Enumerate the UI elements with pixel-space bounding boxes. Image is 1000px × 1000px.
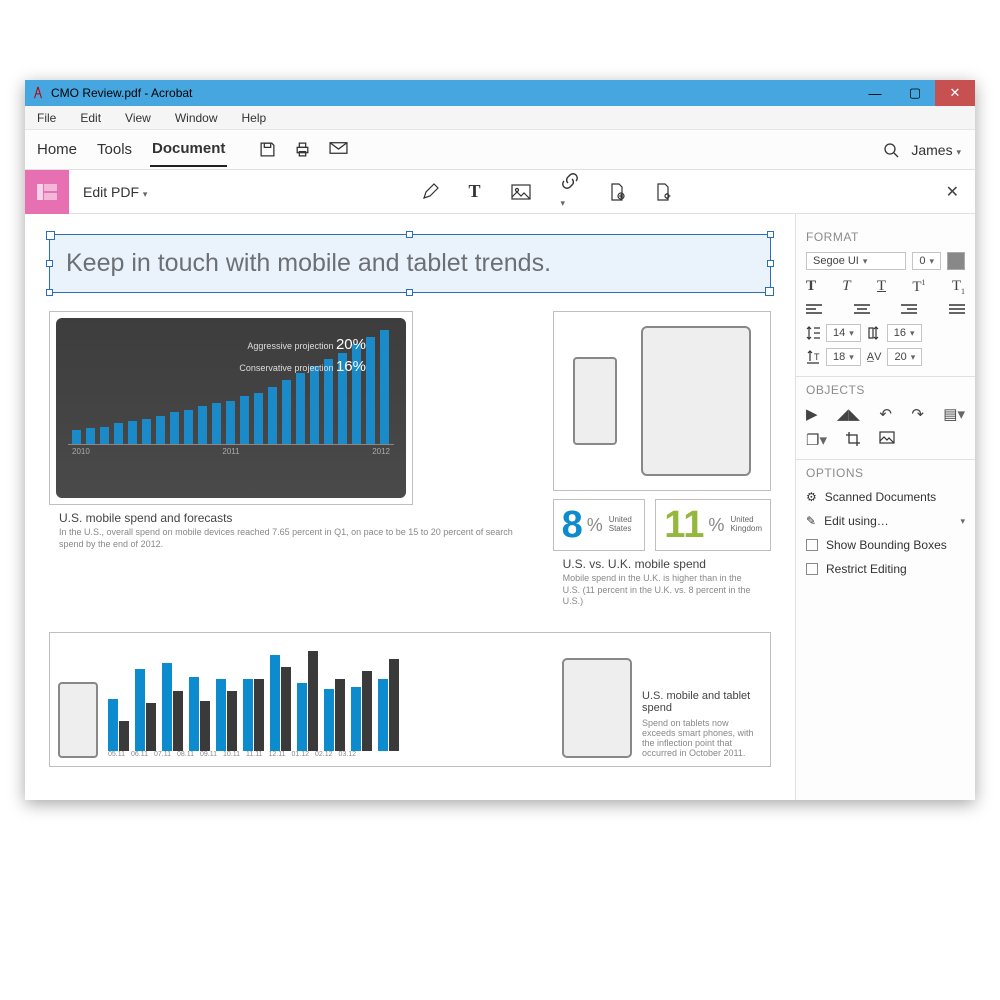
add-text-icon[interactable]: T xyxy=(469,181,481,202)
edit-toolbar: Edit PDF ▾ T ▾ ✕ xyxy=(25,170,975,214)
format-panel: FORMAT Segoe UI ▾ 0 ▾ T T T T1 T1 xyxy=(795,214,975,800)
color-swatch[interactable] xyxy=(947,252,965,270)
edit-text-icon[interactable] xyxy=(421,183,439,201)
tab-home[interactable]: Home xyxy=(35,133,79,166)
section-objects: OBJECTS xyxy=(806,383,965,397)
italic-icon[interactable]: T xyxy=(842,278,850,296)
search-icon[interactable] xyxy=(883,142,899,158)
titlebar: CMO Review.pdf - Acrobat — ▢ ✕ xyxy=(25,80,975,106)
align-center-icon[interactable] xyxy=(854,304,870,316)
rotate-ccw-icon[interactable]: ↶ xyxy=(879,405,892,423)
caption-forecasts: U.S. mobile spend and forecasts In the U… xyxy=(49,505,537,556)
chart-tablet-frame: Aggressive projection 20% Conservative p… xyxy=(56,318,406,498)
add-page-icon[interactable] xyxy=(609,183,625,201)
menu-help[interactable]: Help xyxy=(230,111,279,125)
app-window: CMO Review.pdf - Acrobat — ▢ ✕ File Edit… xyxy=(25,80,975,800)
phone-icon-small xyxy=(58,682,98,758)
bold-icon[interactable]: T xyxy=(806,278,816,296)
paragraph-spacing-field[interactable]: 16 ▾ xyxy=(887,324,922,342)
panel-toggle-icon[interactable] xyxy=(25,170,69,214)
acrobat-icon xyxy=(31,86,45,100)
flip-horizontal-icon[interactable]: ▶ xyxy=(806,405,818,423)
option-restrict-editing[interactable]: Restrict Editing xyxy=(806,562,965,576)
bottom-chart-panel: 05.1106.1107.1108.1109.1110.1111.1112.11… xyxy=(49,632,771,767)
baseline-icon: T xyxy=(806,349,820,365)
align-row xyxy=(806,304,965,316)
baseline-field[interactable]: 18 ▾ xyxy=(826,348,861,366)
kerning-field[interactable]: 20 ▾ xyxy=(887,348,922,366)
option-edit-using[interactable]: ✎Edit using…▾ xyxy=(806,514,965,528)
link-icon[interactable]: ▾ xyxy=(561,172,579,211)
line-height-icon xyxy=(806,325,820,341)
tablet-icon-small xyxy=(562,658,632,758)
align-right-icon[interactable] xyxy=(901,304,917,316)
rotate-cw-icon[interactable]: ↷ xyxy=(911,405,924,423)
kerning-icon: A̲V xyxy=(867,351,882,363)
document-canvas[interactable]: Keep in touch with mobile and tablet tre… xyxy=(25,214,795,800)
objects-row1: ▶ ◢◣ ↶ ↷ ▤▾ xyxy=(806,405,965,423)
text-style-row: T T T T1 T1 xyxy=(806,278,965,296)
stat-us: 8%United States xyxy=(553,499,646,551)
maximize-button[interactable]: ▢ xyxy=(895,80,935,106)
pencil-icon: ✎ xyxy=(806,514,816,528)
checkbox[interactable] xyxy=(806,539,818,551)
gear-icon: ⚙ xyxy=(806,490,817,504)
menu-view[interactable]: View xyxy=(113,111,163,125)
font-size-select[interactable]: 0 ▾ xyxy=(912,252,941,270)
paired-bar-chart xyxy=(108,641,552,751)
menubar: File Edit View Window Help xyxy=(25,106,975,130)
stat-uk: 11%United Kingdom xyxy=(655,499,771,551)
print-icon[interactable] xyxy=(294,141,311,158)
minimize-button[interactable]: — xyxy=(855,80,895,106)
window-controls: — ▢ ✕ xyxy=(855,80,975,106)
save-icon[interactable] xyxy=(259,141,276,158)
align-objects-icon[interactable]: ▤▾ xyxy=(943,405,965,423)
top-toolbar: Home Tools Document James ▾ xyxy=(25,130,975,170)
tab-document[interactable]: Document xyxy=(150,132,227,167)
font-select[interactable]: Segoe UI ▾ xyxy=(806,252,906,270)
underline-icon[interactable]: T xyxy=(877,278,886,296)
align-left-icon[interactable] xyxy=(806,304,822,316)
checkbox[interactable] xyxy=(806,563,818,575)
replace-image-icon[interactable] xyxy=(879,431,897,449)
objects-row2: ❐▾ xyxy=(806,431,965,449)
chart2-xaxis: 05.1106.1107.1108.1109.1110.1111.1112.11… xyxy=(108,751,552,758)
devices-graphic xyxy=(553,311,771,491)
user-menu[interactable]: James ▾ xyxy=(911,142,961,158)
flip-vertical-icon[interactable]: ◢◣ xyxy=(837,405,860,423)
menu-file[interactable]: File xyxy=(25,111,68,125)
paragraph-spacing-icon xyxy=(867,325,881,341)
subscript-icon[interactable]: T1 xyxy=(952,278,965,296)
document-headline[interactable]: Keep in touch with mobile and tablet tre… xyxy=(66,249,754,278)
tablet-icon xyxy=(641,326,751,476)
selected-text-box[interactable]: Keep in touch with mobile and tablet tre… xyxy=(49,234,771,293)
section-options: OPTIONS xyxy=(806,466,965,480)
edit-mode-label[interactable]: Edit PDF ▾ xyxy=(69,184,161,200)
section-format: FORMAT xyxy=(806,230,965,244)
option-scanned-documents[interactable]: ⚙Scanned Documents xyxy=(806,490,965,504)
line-height-field[interactable]: 14 ▾ xyxy=(826,324,861,342)
close-editbar-button[interactable]: ✕ xyxy=(930,182,975,202)
phone-icon xyxy=(573,357,617,445)
window-title: CMO Review.pdf - Acrobat xyxy=(51,86,192,100)
option-show-bounding-boxes[interactable]: Show Bounding Boxes xyxy=(806,538,965,552)
menu-window[interactable]: Window xyxy=(163,111,230,125)
caption-mobile-tablet: U.S. mobile and tablet spend Spend on ta… xyxy=(642,690,762,758)
caption-us-uk: U.S. vs. U.K. mobile spend Mobile spend … xyxy=(553,551,771,614)
svg-text:T: T xyxy=(814,352,820,362)
page-settings-icon[interactable] xyxy=(655,183,671,201)
align-justify-icon[interactable] xyxy=(949,304,965,316)
mail-icon[interactable] xyxy=(329,141,348,158)
crop-icon[interactable] xyxy=(845,431,861,449)
close-button[interactable]: ✕ xyxy=(935,80,975,106)
menu-edit[interactable]: Edit xyxy=(68,111,113,125)
add-image-icon[interactable] xyxy=(511,184,531,200)
superscript-icon[interactable]: T1 xyxy=(912,278,925,296)
arrange-icon[interactable]: ❐▾ xyxy=(806,431,827,449)
tab-tools[interactable]: Tools xyxy=(95,133,134,166)
